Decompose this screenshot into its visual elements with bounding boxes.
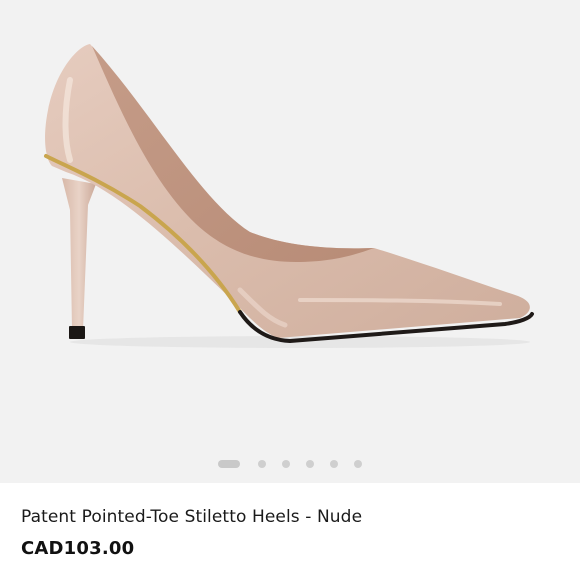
pagination-dot[interactable] [330, 460, 338, 468]
pagination-dot-active[interactable] [218, 460, 240, 468]
product-image-gallery[interactable] [0, 0, 580, 483]
image-pagination[interactable] [0, 458, 580, 470]
pagination-dot[interactable] [282, 460, 290, 468]
product-price: CAD103.00 [21, 538, 135, 559]
product-page: Patent Pointed-Toe Stiletto Heels - Nude… [0, 0, 580, 580]
pagination-dot[interactable] [258, 460, 266, 468]
pagination-dot[interactable] [354, 460, 362, 468]
product-image[interactable] [0, 0, 580, 483]
product-info: Patent Pointed-Toe Stiletto Heels - Nude… [0, 483, 580, 580]
pagination-dot[interactable] [306, 460, 314, 468]
product-title: Patent Pointed-Toe Stiletto Heels - Nude [21, 507, 363, 527]
